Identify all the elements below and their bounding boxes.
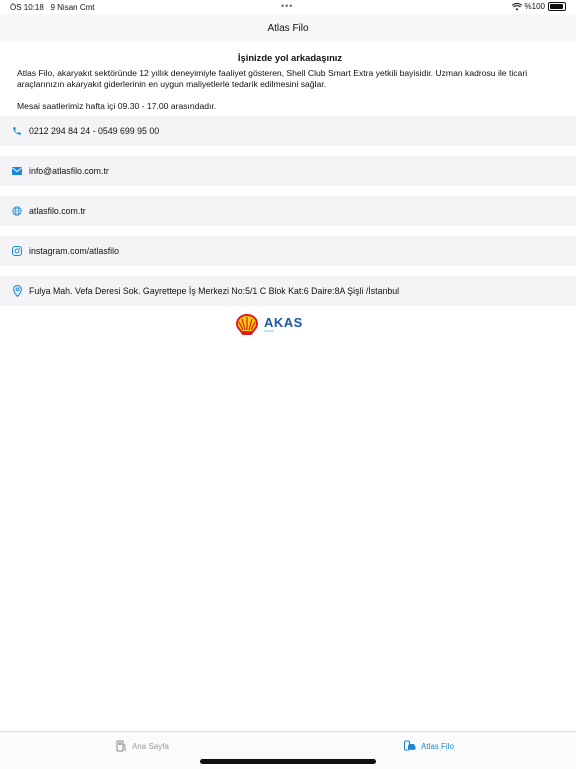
shell-logo	[236, 314, 258, 335]
address-text: Fulya Mah. Vefa Deresi Sok. Gayrettepe İ…	[29, 286, 400, 296]
email-text: info@atlasfilo.com.tr	[29, 166, 109, 176]
battery-percent: %100	[524, 2, 545, 11]
tab-atlas-filo[interactable]: Atlas Filo	[404, 740, 454, 752]
contact-row-instagram[interactable]: instagram.com/atlasfilo	[0, 236, 576, 266]
multitasking-dots-icon[interactable]: •••	[281, 1, 293, 11]
fuel-pump-icon	[116, 740, 126, 752]
time-text: ÖS 10:18	[10, 3, 44, 12]
tab-atlas-filo-label: Atlas Filo	[421, 741, 454, 751]
website-text: atlasfilo.com.tr	[29, 206, 86, 216]
akas-logo-name: AKAS	[264, 315, 303, 330]
phone-icon	[11, 125, 23, 137]
globe-icon	[11, 205, 23, 217]
instagram-text: instagram.com/atlasfilo	[29, 246, 119, 256]
battery-icon	[548, 2, 566, 11]
instagram-icon	[11, 245, 23, 257]
mail-icon	[11, 165, 23, 177]
home-indicator	[200, 759, 376, 764]
navigation-bar: Atlas Filo	[0, 14, 576, 42]
fleet-car-icon	[404, 740, 416, 752]
tab-home-label: Ana Sayfa	[132, 741, 169, 751]
phone-text: 0212 294 84 24 - 0549 699 95 00	[29, 126, 160, 136]
intro-section: İşinizde yol arkadaşınız Atlas Filo, aka…	[17, 52, 563, 112]
location-pin-icon	[11, 285, 23, 297]
intro-heading: İşinizde yol arkadaşınız	[237, 52, 343, 63]
status-right: %100	[511, 2, 566, 11]
akas-logo-subtitle: ATLAS	[264, 329, 274, 333]
page-title: Atlas Filo	[267, 22, 309, 34]
status-time: ÖS 10:18 9 Nisan Cmt	[10, 3, 95, 12]
contact-row-phone[interactable]: 0212 294 84 24 - 0549 699 95 00	[0, 116, 576, 146]
partner-logos: AKAS ATLAS	[236, 314, 303, 335]
contact-row-address[interactable]: Fulya Mah. Vefa Deresi Sok. Gayrettepe İ…	[0, 276, 576, 306]
office-hours-text: Mesai saatlerimiz hafta içi 09.30 - 17.0…	[17, 101, 217, 111]
status-bar: ÖS 10:18 9 Nisan Cmt ••• %100	[0, 0, 576, 14]
akas-logo: AKAS ATLAS	[264, 316, 303, 333]
contact-row-website[interactable]: atlasfilo.com.tr	[0, 196, 576, 226]
tab-home[interactable]: Ana Sayfa	[116, 740, 169, 752]
intro-paragraph: Atlas Filo, akaryakıt sektöründe 12 yıll…	[17, 68, 528, 89]
date-text: 9 Nisan Cmt	[50, 3, 95, 12]
contact-row-email[interactable]: info@atlasfilo.com.tr	[0, 156, 576, 186]
wifi-icon	[511, 2, 522, 10]
